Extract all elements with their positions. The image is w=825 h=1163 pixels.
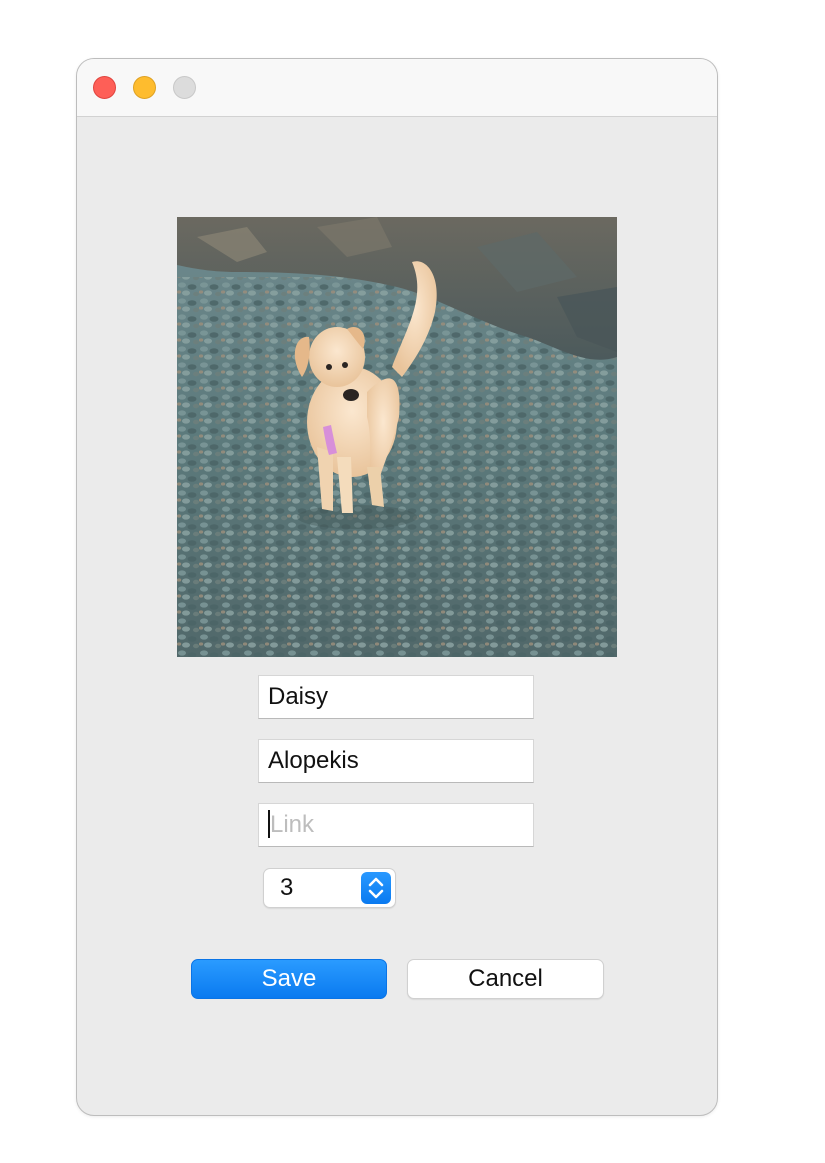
zoom-icon[interactable] [173, 76, 196, 99]
chevron-up-down-icon[interactable] [361, 872, 391, 904]
link-field[interactable]: Link [258, 803, 534, 847]
app-window: Daisy Alopekis Link 3 Save Cancel [76, 58, 718, 1116]
name-field-value: Daisy [268, 683, 329, 710]
quantity-stepper[interactable]: 3 [263, 868, 396, 908]
stepper-value: 3 [280, 874, 294, 901]
save-button[interactable]: Save [191, 959, 387, 999]
breed-field[interactable]: Alopekis [258, 739, 534, 783]
name-field[interactable]: Daisy [258, 675, 534, 719]
cancel-button[interactable]: Cancel [407, 959, 604, 999]
title-bar [77, 59, 717, 117]
dog-photo [177, 217, 617, 657]
minimize-icon[interactable] [133, 76, 156, 99]
breed-field-value: Alopekis [268, 747, 359, 774]
link-field-placeholder: Link [270, 811, 315, 838]
close-icon[interactable] [93, 76, 116, 99]
